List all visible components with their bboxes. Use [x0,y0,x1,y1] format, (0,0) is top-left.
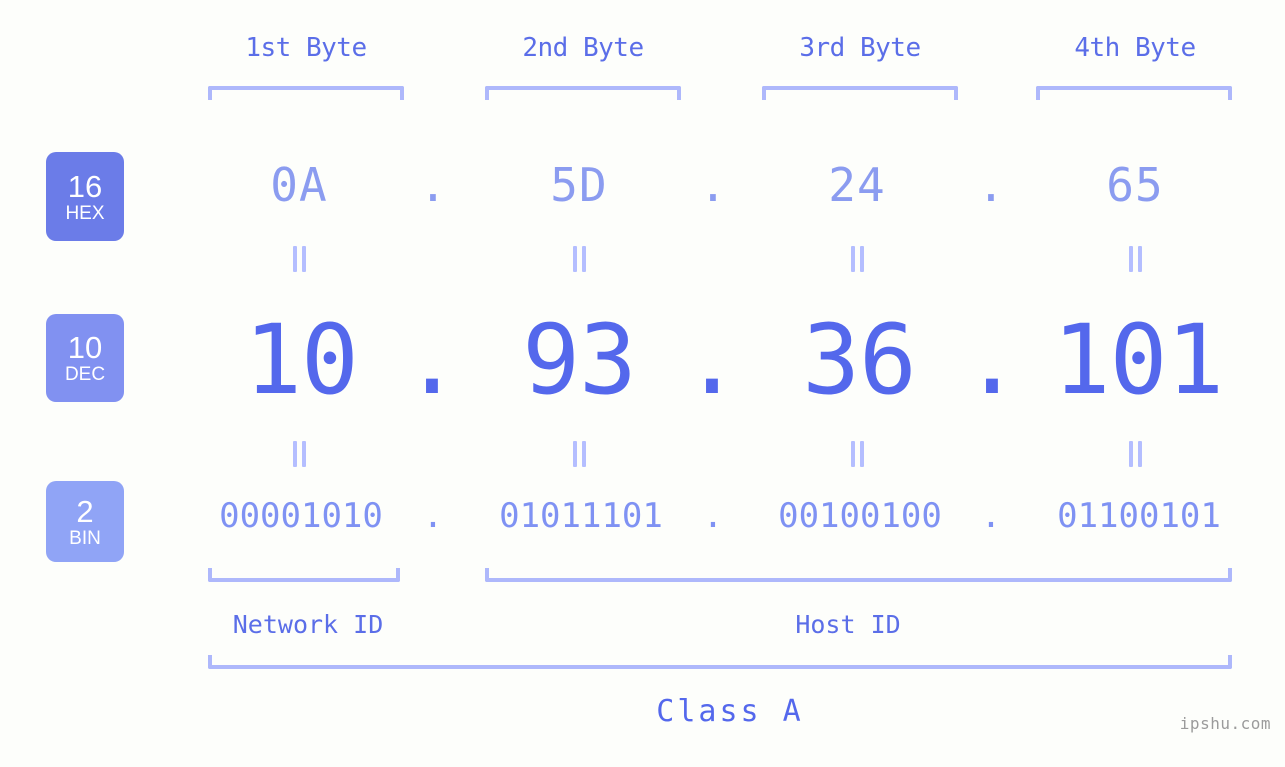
dec-octet-3: 36 [802,304,917,416]
dec-separator-3: . [963,304,1021,416]
host-id-label: Host ID [795,610,901,639]
hex-octet-4: 65 [1106,158,1164,212]
equals-mark-hex-dec-3 [846,246,868,272]
hex-octet-3: 24 [828,158,886,212]
base-badge-dec-radix: 10 [67,330,103,365]
byte-bracket-1 [208,86,404,100]
equals-mark-hex-dec-1 [288,246,310,272]
class-bracket [208,655,1232,669]
class-label: Class A [656,694,804,729]
byte-bracket-4 [1036,86,1232,100]
network-id-bracket [208,568,400,582]
base-badge-hex-radix: 16 [67,168,103,204]
dec-octet-1: 10 [244,304,359,416]
bin-octet-2: 01011101 [499,496,663,536]
ip-address-breakdown-diagram: 1st Byte 2nd Byte 3rd Byte 4th Byte 16 H… [0,0,1285,767]
hex-octet-2: 5D [550,158,608,212]
hex-octet-1: 0A [270,158,328,212]
byte-bracket-2 [485,86,681,100]
base-badge-dec-name: DEC [64,364,106,385]
bin-octet-1: 00001010 [219,496,383,536]
network-id-label: Network ID [232,610,384,639]
site-watermark: ipshu.com [1179,714,1271,733]
equals-mark-dec-bin-3 [846,441,868,467]
host-id-bracket [485,568,1232,582]
bin-octet-3: 00100100 [778,496,942,536]
base-badge-bin: 2 BIN [46,481,124,562]
base-badge-dec: 10 DEC [46,314,124,402]
equals-mark-hex-dec-2 [568,246,590,272]
equals-mark-dec-bin-4 [1124,441,1146,467]
byte-bracket-3 [762,86,958,100]
equals-mark-dec-bin-1 [288,441,310,467]
hex-separator-2: . [699,158,727,212]
hex-separator-1: . [419,158,447,212]
equals-mark-hex-dec-4 [1124,246,1146,272]
dec-octet-4: 101 [1052,304,1224,416]
base-badge-hex-name: HEX [65,202,105,224]
equals-mark-dec-bin-2 [568,441,590,467]
base-badge-bin-radix: 2 [76,493,94,529]
byte-header-3: 3rd Byte [799,33,921,63]
hex-separator-3: . [977,158,1005,212]
base-badge-bin-name: BIN [69,527,101,549]
bin-separator-1: . [422,496,444,536]
bin-octet-4: 01100101 [1057,496,1221,536]
dec-separator-1: . [403,304,461,416]
bin-separator-3: . [980,496,1002,536]
base-badge-hex: 16 HEX [46,152,124,241]
byte-header-4: 4th Byte [1074,33,1196,63]
dec-octet-2: 93 [522,304,637,416]
byte-header-2: 2nd Byte [522,33,644,63]
bin-separator-2: . [702,496,724,536]
dec-separator-2: . [683,304,741,416]
byte-header-1: 1st Byte [245,33,367,63]
